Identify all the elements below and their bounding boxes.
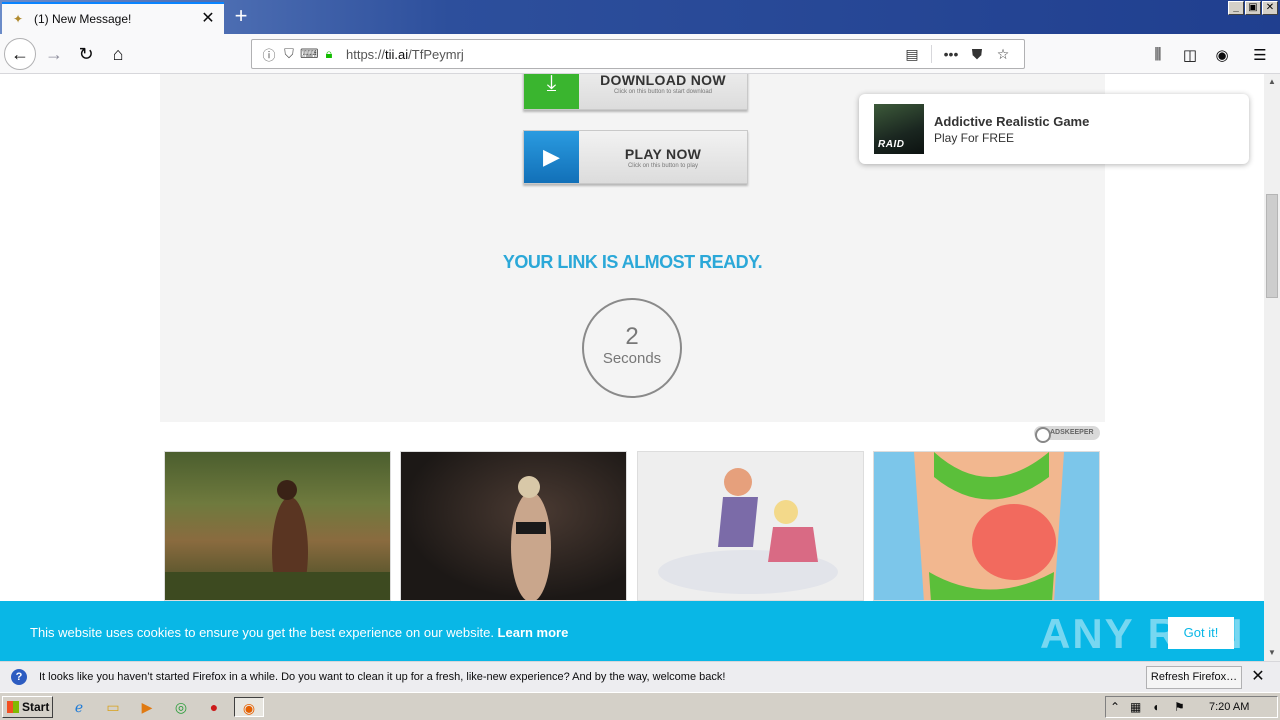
- bookmark-star-icon[interactable]: ☆: [990, 46, 1016, 63]
- countdown-label: Seconds: [602, 350, 662, 367]
- system-tray: ⌃ ▦ ◖ ⚑ 7:20 AM: [1105, 696, 1278, 718]
- lock-icon[interactable]: 🔒︎: [320, 46, 338, 62]
- tab-title: (1) New Message!: [34, 12, 132, 26]
- opera-icon[interactable]: ●: [203, 697, 225, 717]
- pocket-icon[interactable]: ⛊: [964, 46, 990, 63]
- maximize-button[interactable]: ▣: [1245, 1, 1261, 15]
- firefox-notification-bar: ? It looks like you haven’t started Fire…: [0, 661, 1280, 692]
- push-notification[interactable]: RAID Addictive Realistic Game Play For F…: [859, 94, 1249, 164]
- ad-thumbnail-1[interactable]: [164, 451, 391, 601]
- infobar-close-icon[interactable]: ✕: [1250, 668, 1266, 686]
- taskbar-clock[interactable]: 7:20 AM: [1209, 701, 1249, 713]
- chrome-icon[interactable]: ◎: [170, 697, 192, 717]
- play-button-subtitle: Click on this button to play: [627, 163, 699, 169]
- couple-illustration-image: [658, 468, 838, 594]
- file-explorer-icon[interactable]: ▭: [102, 697, 124, 717]
- site-info-icon[interactable]: ⓘ: [260, 45, 278, 64]
- countdown-timer: 2 Seconds: [582, 298, 682, 398]
- reload-button[interactable]: ↻: [70, 38, 102, 70]
- account-icon[interactable]: ◉: [1212, 46, 1232, 64]
- url-text[interactable]: https://tii.ai/TfPeymrj: [346, 47, 899, 62]
- window-controls: _ ▣ ✕: [1228, 1, 1278, 15]
- scrollbar-thumb[interactable]: [1266, 194, 1278, 298]
- scroll-down-icon[interactable]: ▼: [1264, 645, 1280, 661]
- browser-tab[interactable]: ✦ (1) New Message! ✕: [2, 2, 224, 34]
- firefox-taskbar-icon[interactable]: ◉: [234, 697, 264, 717]
- tracking-shield-icon[interactable]: ⛉: [280, 46, 298, 62]
- game-thumbnail: RAID: [874, 104, 924, 154]
- reader-view-icon[interactable]: ▤: [899, 46, 925, 63]
- menu-icon[interactable]: ☰: [1250, 46, 1270, 64]
- ad-thumbnail-2[interactable]: [400, 451, 627, 601]
- play-button-label: PLAY NOW: [624, 146, 702, 162]
- tray-expand-icon[interactable]: ⌃: [1110, 700, 1120, 714]
- back-button[interactable]: ←: [4, 38, 36, 70]
- cookie-accept-button[interactable]: Got it!: [1168, 617, 1234, 649]
- scroll-up-icon[interactable]: ▲: [1264, 74, 1280, 90]
- download-arrow-icon: ⤓: [524, 74, 579, 109]
- ad-thumbnail-3[interactable]: [637, 451, 864, 601]
- forward-button[interactable]: →: [38, 38, 70, 70]
- vertical-scrollbar[interactable]: ▲ ▼: [1264, 74, 1280, 661]
- notification-title: Addictive Realistic Game: [934, 114, 1090, 129]
- network-icon[interactable]: ▦: [1130, 700, 1141, 714]
- new-tab-button[interactable]: +: [228, 4, 254, 30]
- start-label: Start: [22, 700, 50, 714]
- page-actions-button[interactable]: •••: [938, 46, 964, 62]
- start-button[interactable]: Start: [2, 696, 53, 718]
- home-button[interactable]: ⌂: [102, 38, 134, 70]
- link-ready-heading: YOUR LINK IS ALMOST READY.: [502, 252, 763, 272]
- countdown-number: 2: [625, 323, 639, 350]
- play-now-button[interactable]: ▶ PLAY NOW Click on this button to play: [523, 130, 748, 184]
- address-bar[interactable]: ⓘ ⛉ ⌨ 🔒︎ https://tii.ai/TfPeymrj ▤ ••• ⛊…: [251, 39, 1025, 69]
- page-content: ⤓ DOWNLOAD NOW Click on this button to s…: [0, 74, 1264, 660]
- belly-illustration-image: [914, 452, 1064, 600]
- warrior-figure-image: [511, 476, 551, 600]
- minimize-button[interactable]: _: [1228, 1, 1244, 15]
- media-player-icon[interactable]: ▶: [136, 697, 158, 717]
- volume-icon[interactable]: ◖: [1152, 700, 1159, 714]
- tab-favicon-icon: ✦: [12, 12, 24, 26]
- sidebar-icon[interactable]: ◫: [1180, 46, 1200, 64]
- question-icon: ?: [11, 669, 27, 685]
- notification-subtitle: Play For FREE: [934, 131, 1015, 145]
- tab-close-icon[interactable]: ✕: [200, 11, 216, 27]
- download-now-button[interactable]: ⤓ DOWNLOAD NOW Click on this button to s…: [523, 74, 748, 110]
- title-bar: ✦ (1) New Message! ✕ + _ ▣ ✕: [0, 0, 1280, 34]
- internet-explorer-icon[interactable]: ℯ: [68, 697, 90, 717]
- infobar-message: It looks like you haven’t started Firefo…: [39, 671, 726, 683]
- action-center-flag-icon[interactable]: ⚑: [1174, 700, 1185, 714]
- download-button-label: DOWNLOAD NOW: [600, 74, 726, 88]
- adskeeper-badge[interactable]: ADSKEEPER: [1034, 426, 1100, 443]
- refresh-firefox-button[interactable]: Refresh Firefox…: [1146, 666, 1242, 689]
- learn-more-link[interactable]: Learn more: [498, 625, 569, 640]
- windows-taskbar: Start ℯ ▭ ▶ ◎ ● ◉ ⌃ ▦ ◖ ⚑ 7:20 AM: [0, 692, 1280, 720]
- permissions-icon[interactable]: ⌨: [300, 46, 319, 62]
- play-icon: ▶: [524, 131, 579, 183]
- urlbar-separator: [931, 45, 932, 63]
- ad-thumbnail-4[interactable]: [873, 451, 1100, 601]
- game-logo-text: RAID: [878, 139, 905, 150]
- windows-logo-icon: [7, 701, 19, 713]
- library-icon[interactable]: ⫼: [1148, 46, 1168, 64]
- close-window-button[interactable]: ✕: [1262, 1, 1278, 15]
- cookie-banner: This website uses cookies to ensure you …: [0, 601, 1264, 661]
- cookie-message-text: This website uses cookies to ensure you …: [30, 625, 498, 640]
- cookie-message: This website uses cookies to ensure you …: [30, 625, 568, 640]
- jungle-figure-image: [165, 480, 390, 600]
- navigation-toolbar: ← → ↻ ⌂ ⓘ ⛉ ⌨ 🔒︎ https://tii.ai/TfPeymrj…: [0, 34, 1280, 74]
- download-button-subtitle: Click on this button to start download: [613, 89, 713, 95]
